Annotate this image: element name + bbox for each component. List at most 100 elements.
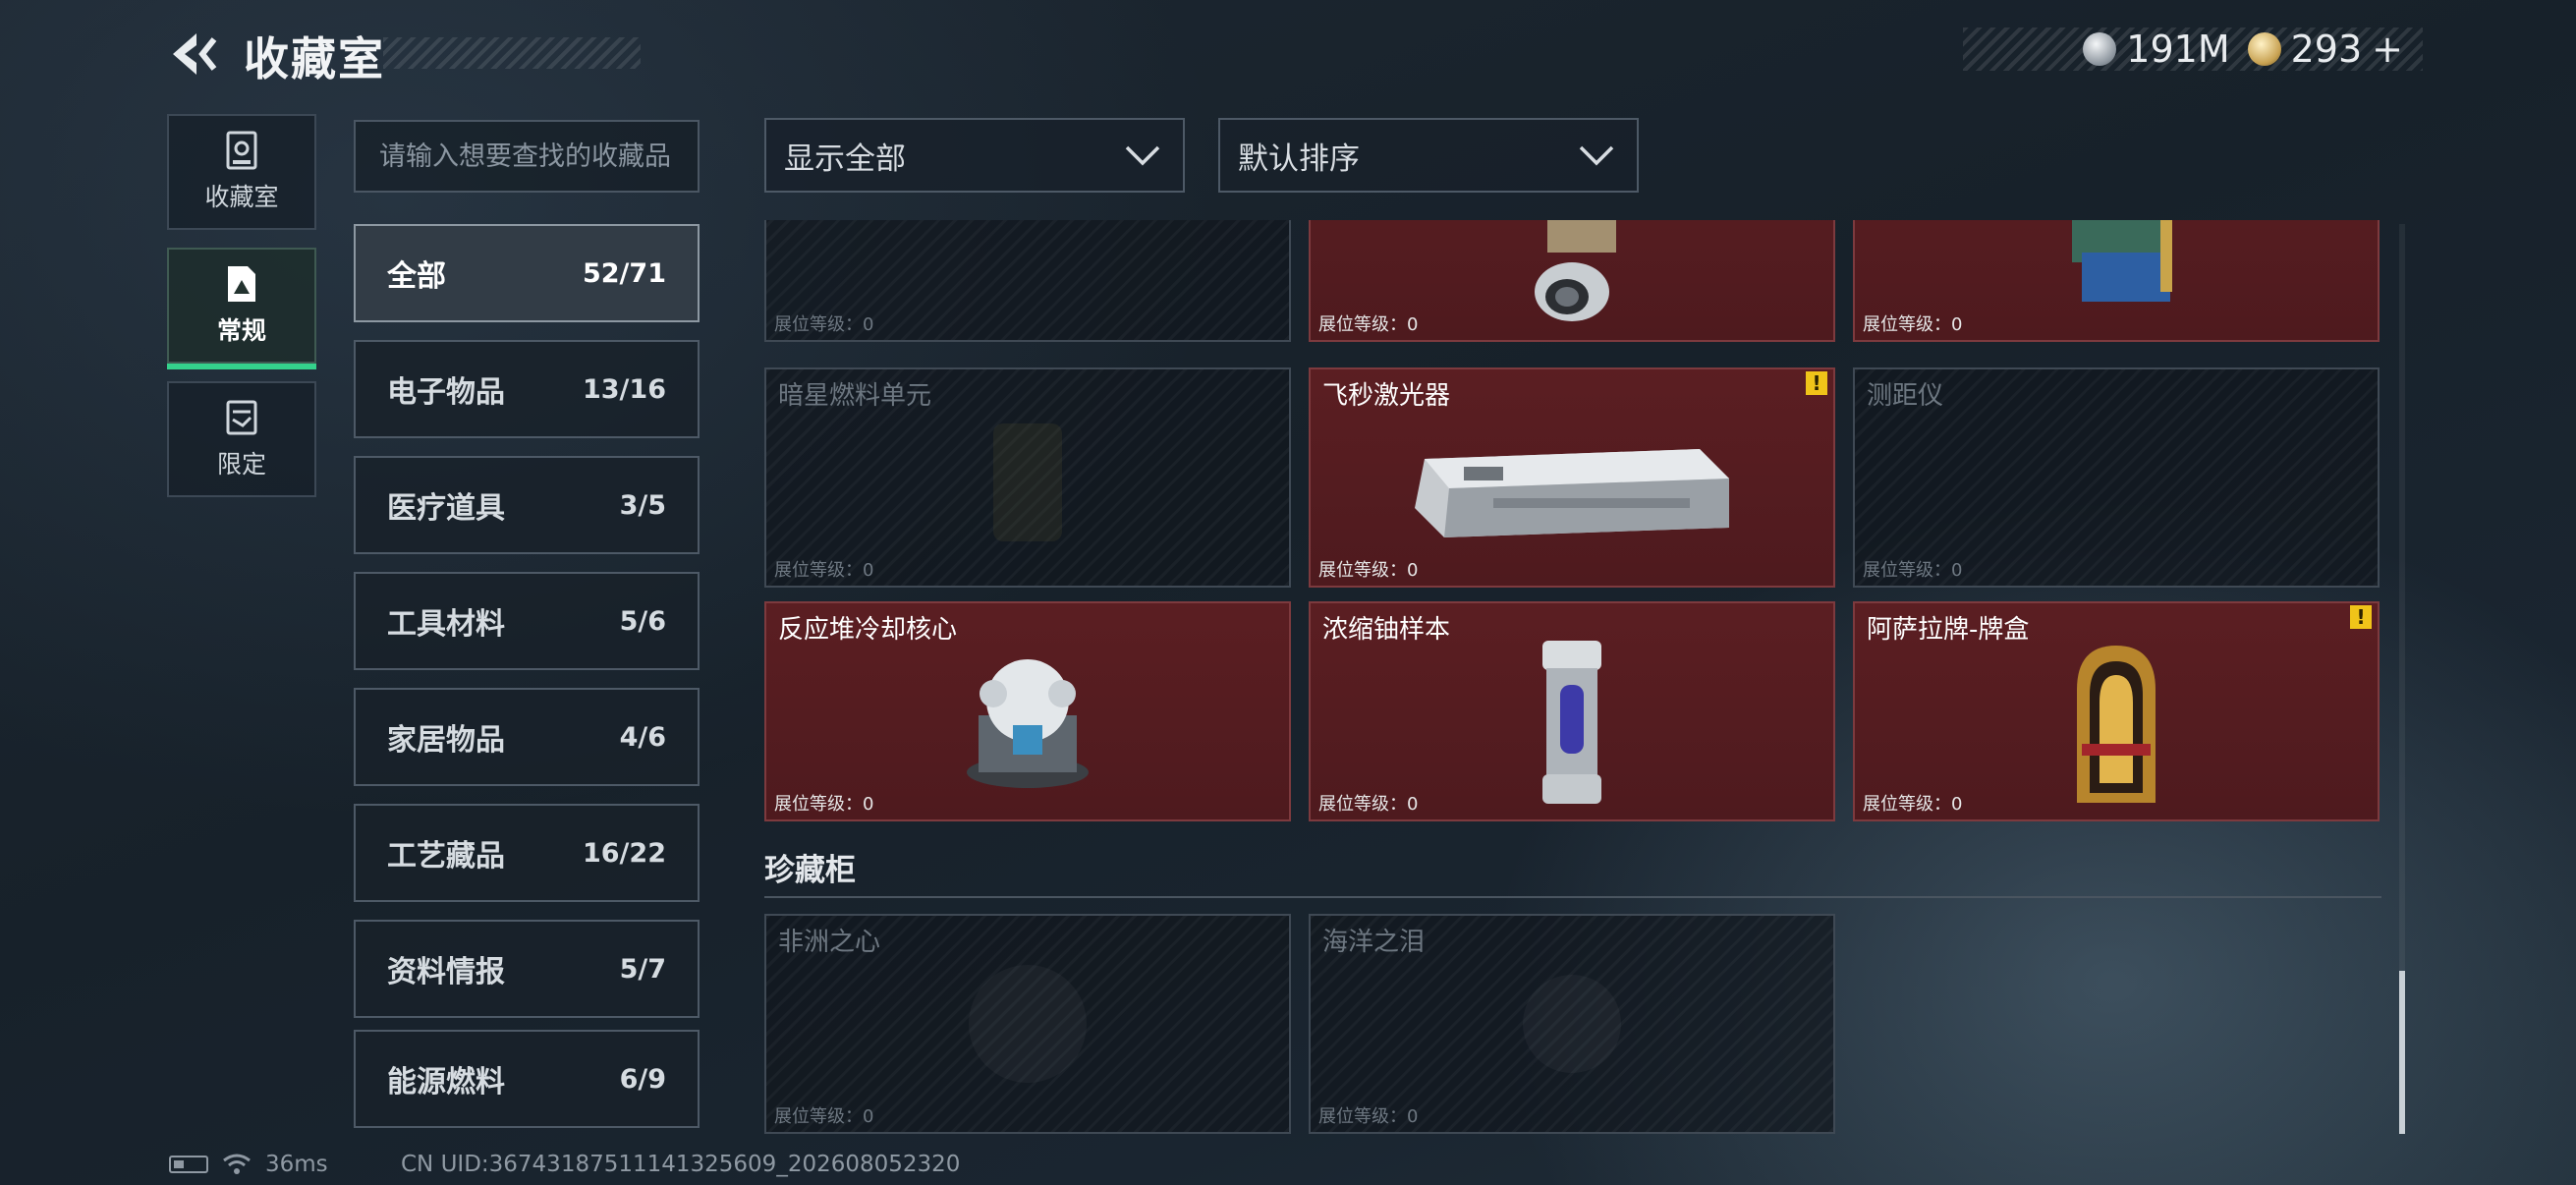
category-all[interactable]: 全部 52/71 [354, 224, 700, 322]
category-medical[interactable]: 医疗道具 3/5 [354, 456, 700, 554]
category-count: 13/16 [582, 373, 666, 405]
category-label: 工具材料 [387, 607, 505, 642]
ping-value: 36ms [265, 1152, 328, 1177]
gold-coin-icon [2247, 32, 2281, 66]
collectible-card[interactable]: 展位等级：0 [1853, 220, 2380, 342]
category-crafts[interactable]: 工艺藏品 16/22 [354, 804, 700, 902]
limited-icon [226, 400, 257, 435]
reactor-cooling-core-image [967, 658, 1089, 788]
booth-level: 展位等级：0 [1863, 314, 1963, 335]
booth-level: 展位等级：0 [774, 1106, 874, 1127]
item-name: 暗星燃料单元 [778, 381, 932, 411]
alert-icon: ! [1806, 371, 1827, 395]
item-name: 浓缩铀样本 [1322, 615, 1451, 645]
category-label: 能源燃料 [387, 1065, 505, 1100]
category-electronics[interactable]: 电子物品 13/16 [354, 340, 700, 438]
collection-room-icon [226, 131, 257, 170]
alert-icon: ! [2350, 605, 2372, 629]
silver-currency: 191M [2083, 28, 2230, 71]
item-name: 反应堆冷却核心 [778, 615, 958, 645]
category-count: 16/22 [582, 837, 666, 869]
booth-level: 展位等级：0 [774, 794, 874, 815]
booth-level: 展位等级：0 [1318, 1106, 1419, 1127]
status-bar: 36ms [169, 1152, 328, 1177]
collectible-card[interactable]: 阿萨拉牌-牌盒 ! 展位等级：0 [1853, 601, 2380, 821]
circuit-device-image [2072, 220, 2172, 303]
item-name: 非洲之心 [778, 928, 881, 957]
booth-level: 展位等级：0 [1318, 560, 1419, 581]
booth-level: 展位等级：0 [1318, 314, 1419, 335]
search-input[interactable] [354, 120, 700, 193]
currency-bar: 191M 293 + [1963, 28, 2423, 71]
item-name: 海洋之泪 [1322, 928, 1426, 957]
nav-label: 收藏室 [204, 183, 279, 211]
cabinet-card[interactable]: 海洋之泪 展位等级：0 [1309, 914, 1835, 1134]
collectible-card[interactable]: 展位等级：0 [1309, 220, 1835, 342]
add-currency-button[interactable]: + [2372, 28, 2403, 71]
wifi-icon [223, 1154, 251, 1174]
silver-amount: 191M [2126, 28, 2230, 71]
battery-icon [169, 1156, 208, 1173]
collectible-card[interactable]: 反应堆冷却核心 展位等级：0 [764, 601, 1291, 821]
scrollbar[interactable] [2399, 224, 2405, 1134]
heart-of-africa-image [969, 965, 1087, 1083]
sort-dropdown[interactable]: 默认排序 [1218, 118, 1639, 193]
booth-level: 展位等级：0 [774, 314, 874, 335]
gold-amount: 293 [2290, 28, 2363, 71]
collectible-card[interactable]: 飞秒激光器 ! 展位等级：0 [1309, 367, 1835, 588]
section-divider [764, 896, 2381, 898]
category-label: 工艺藏品 [387, 839, 505, 874]
fuel-cell-image [993, 423, 1062, 541]
show-filter-dropdown[interactable]: 显示全部 [764, 118, 1185, 193]
cabinet-card[interactable]: 非洲之心 展位等级：0 [764, 914, 1291, 1134]
section-title: 珍藏柜 [764, 853, 856, 888]
chevron-down-icon [1125, 145, 1160, 166]
gold-currency[interactable]: 293 + [2247, 28, 2403, 71]
category-count: 5/7 [619, 953, 666, 985]
category-count: 6/9 [619, 1063, 666, 1095]
back-arrow-icon[interactable] [167, 29, 218, 79]
booth-level: 展位等级：0 [1863, 560, 1963, 581]
regular-icon [228, 266, 255, 302]
category-count: 4/6 [619, 721, 666, 753]
category-label: 家居物品 [387, 723, 505, 758]
category-intel[interactable]: 资料情报 5/7 [354, 920, 700, 1018]
lens-module-image [1535, 220, 1616, 322]
nav-tab-regular[interactable]: 常规 [167, 248, 316, 369]
collectibles-grid[interactable]: 展位等级：0 展位等级：0 展位等级：0 暗星燃料单元 展位等级：0 飞秒激光器… [764, 220, 2395, 1134]
tear-of-ocean-image [1523, 975, 1621, 1073]
category-count: 5/6 [619, 605, 666, 637]
femtosecond-laser-image [1415, 449, 1729, 537]
nav-tab-limited[interactable]: 限定 [167, 381, 316, 497]
collectible-card[interactable]: 浓缩铀样本 展位等级：0 [1309, 601, 1835, 821]
item-name: 飞秒激光器 [1322, 381, 1451, 411]
booth-level: 展位等级：0 [774, 560, 874, 581]
category-household[interactable]: 家居物品 4/6 [354, 688, 700, 786]
category-label: 资料情报 [387, 955, 505, 989]
category-tools[interactable]: 工具材料 5/6 [354, 572, 700, 670]
category-count: 52/71 [582, 257, 666, 289]
nav-label: 常规 [216, 316, 266, 345]
title-decoration [383, 37, 641, 69]
category-count: 3/5 [619, 489, 666, 521]
collectible-card[interactable]: 暗星燃料单元 展位等级：0 [764, 367, 1291, 588]
category-label: 全部 [387, 259, 446, 294]
collectible-card[interactable]: 测距仪 展位等级：0 [1853, 367, 2380, 588]
user-uid: CN UID:36743187511141325609_202608052320 [401, 1152, 961, 1177]
show-filter-value: 显示全部 [784, 141, 906, 177]
collectible-card[interactable]: 展位等级：0 [764, 220, 1291, 342]
scrollbar-thumb[interactable] [2399, 971, 2405, 1134]
item-name: 阿萨拉牌-牌盒 [1867, 615, 2030, 645]
category-label: 电子物品 [387, 375, 505, 410]
nav-label: 限定 [216, 450, 266, 479]
nav-tab-collection-room[interactable]: 收藏室 [167, 114, 316, 230]
page-title: 收藏室 [244, 32, 385, 85]
category-label: 医疗道具 [387, 491, 505, 526]
uranium-sample-image [1542, 641, 1601, 805]
booth-level: 展位等级：0 [1863, 794, 1963, 815]
item-name: 测距仪 [1867, 381, 1944, 411]
category-energy[interactable]: 能源燃料 6/9 [354, 1030, 700, 1128]
chevron-down-icon [1579, 145, 1614, 166]
silver-coin-icon [2083, 32, 2117, 66]
sort-value: 默认排序 [1238, 141, 1360, 177]
